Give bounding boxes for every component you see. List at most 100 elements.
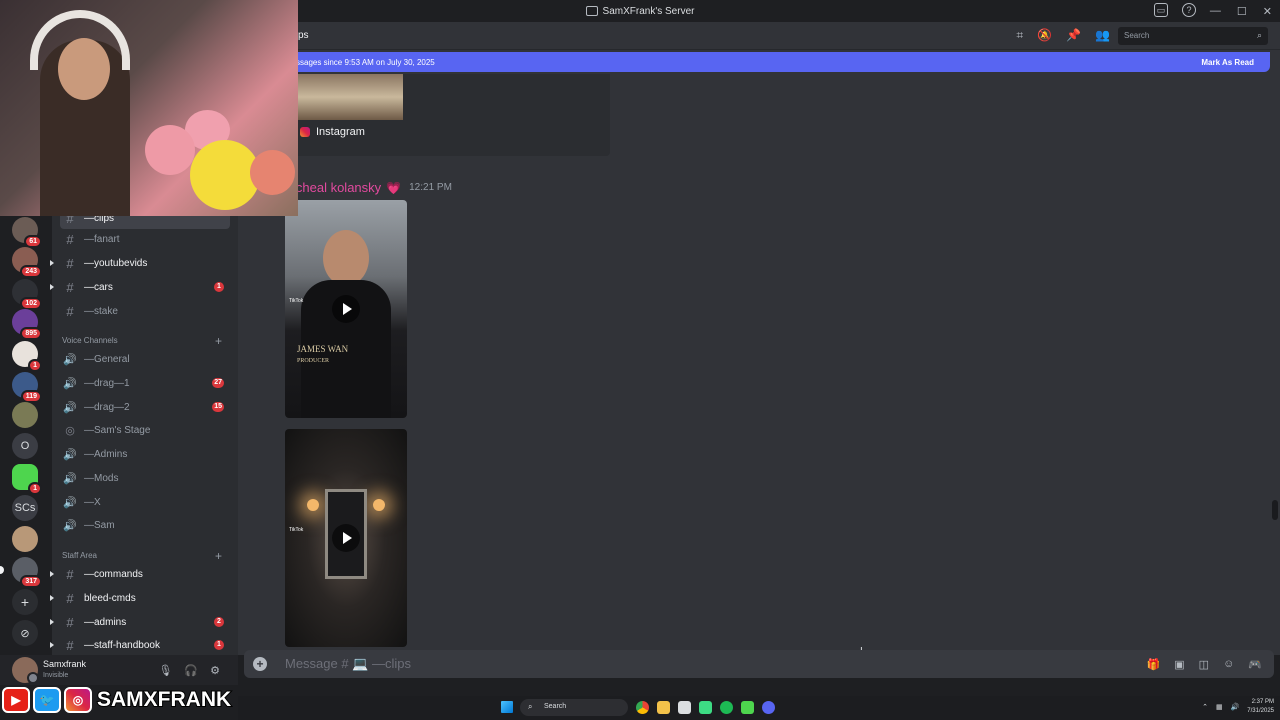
members-icon[interactable]: 👥: [1095, 28, 1110, 43]
category-voice-channels[interactable]: Voice Channels +: [62, 334, 232, 348]
server-icon-11[interactable]: [12, 526, 38, 552]
unread-indicator: [50, 642, 54, 648]
apps-icon[interactable]: 🎮: [1248, 658, 1262, 671]
server-icon-5[interactable]: 1: [12, 341, 42, 372]
network-icon[interactable]: ▦: [1216, 703, 1223, 711]
new-messages-bar[interactable]: ssages since 9:53 AM on July 30, 2025 Ma…: [238, 52, 1270, 72]
voice-channel-x[interactable]: 🔊 —X: [60, 491, 230, 513]
voice-channel-admins[interactable]: 🔊 —Admins: [60, 443, 230, 465]
app-icon[interactable]: [699, 701, 712, 714]
minimize-button[interactable]: —: [1210, 5, 1221, 17]
category-staff-area[interactable]: Staff Area +: [62, 549, 232, 563]
sticker-icon[interactable]: ◫: [1199, 658, 1209, 671]
channel-fanart[interactable]: # —fanart: [60, 228, 230, 250]
mark-as-read-button[interactable]: Mark As Read: [1201, 58, 1254, 67]
play-icon[interactable]: [332, 295, 360, 323]
close-button[interactable]: ✕: [1263, 5, 1272, 18]
voice-channel-sam[interactable]: 🔊 —Sam: [60, 514, 230, 536]
attach-plus-icon[interactable]: +: [253, 657, 267, 671]
pin-icon[interactable]: 📌: [1066, 28, 1081, 43]
tray-chevron-icon[interactable]: ⌃: [1202, 703, 1208, 711]
video-attachment[interactable]: TikTok JAMES WAN PRODUCER: [285, 200, 407, 418]
message-input[interactable]: Message # 💻 —clips: [285, 656, 411, 672]
channel-header: ps ⌗ 🔕 📌 👥 Search ⌕: [238, 22, 1280, 50]
user-info[interactable]: Samxfrank Invisible: [43, 659, 86, 681]
channel-cars[interactable]: # —cars 1: [50, 276, 230, 298]
play-icon[interactable]: [332, 524, 360, 552]
help-icon[interactable]: ?: [1182, 3, 1196, 17]
server-icon-9[interactable]: 1: [12, 464, 42, 495]
streamer-face: [58, 38, 110, 100]
server-icon-1[interactable]: 61: [12, 217, 42, 248]
channel-commands[interactable]: # —commands: [50, 563, 230, 585]
avatar[interactable]: [12, 657, 39, 684]
scrollbar-thumb[interactable]: [1272, 500, 1278, 520]
channel-stake[interactable]: # —stake: [60, 300, 230, 322]
spotify-icon[interactable]: [720, 701, 733, 714]
volume-icon[interactable]: 🔊: [1231, 703, 1240, 711]
file-explorer-icon[interactable]: [657, 701, 670, 714]
webcam-overlay: [0, 0, 298, 216]
server-icon-8[interactable]: O: [12, 433, 38, 459]
server-icon: [585, 6, 598, 16]
add-channel-icon[interactable]: +: [215, 334, 222, 348]
voice-channel-general[interactable]: 🔊 —General: [60, 348, 230, 370]
voice-channel-mods[interactable]: 🔊 —Mods: [60, 467, 230, 489]
server-icon-10[interactable]: SCs: [12, 495, 38, 521]
message-author[interactable]: icheal kolansky: [293, 180, 381, 195]
user-controls: 🎙 🎧 ⚙: [158, 664, 220, 677]
system-tray: ⌃ ▦ 🔊 2:37 PM 7/31/2025: [1202, 698, 1274, 716]
mention-badge: 1: [214, 640, 224, 650]
channel-admins[interactable]: # —admins 2: [50, 611, 230, 633]
channel-label: —Sam: [84, 519, 115, 531]
headphones-icon[interactable]: 🎧: [184, 664, 198, 677]
stage-icon: ◎: [65, 424, 75, 437]
inbox-icon[interactable]: ▭: [1154, 3, 1168, 17]
embed-thumbnail[interactable]: [298, 74, 403, 120]
app-icon[interactable]: [741, 701, 754, 714]
threads-icon[interactable]: ⌗: [1016, 28, 1023, 43]
member-count-badge: 15: [212, 402, 224, 412]
add-server-icon[interactable]: +: [12, 589, 38, 615]
explore-icon[interactable]: ⊘: [12, 620, 38, 646]
mute-bell-icon[interactable]: 🔕: [1037, 28, 1052, 43]
category-label: Voice Channels: [62, 336, 118, 345]
voice-channel-drag-1[interactable]: 🔊 —drag—1 27: [60, 372, 230, 394]
channel-staff-handbook[interactable]: # —staff-handbook 1: [50, 634, 230, 656]
clock[interactable]: 2:37 PM 7/31/2025: [1247, 698, 1274, 716]
channel-youtubevids[interactable]: # —youtubevids: [50, 252, 230, 274]
gift-icon[interactable]: 🎁: [1147, 658, 1161, 671]
member-count-badge: 27: [212, 378, 224, 388]
video-caption-role: PRODUCER: [297, 358, 330, 364]
gif-icon[interactable]: ▣: [1174, 658, 1184, 671]
speaker-icon: 🔊: [63, 519, 77, 532]
server-icon-12[interactable]: 317: [0, 557, 42, 588]
taskbar-search[interactable]: ⌕ Search: [520, 699, 628, 716]
server-icon-3[interactable]: 102: [12, 279, 42, 310]
chat-area: ssages since 9:53 AM on July 30, 2025 Ma…: [238, 50, 1280, 657]
channel-label: —fanart: [84, 233, 120, 245]
server-icon-6[interactable]: 119: [12, 372, 42, 403]
server-label: O: [20, 440, 30, 452]
emoji-icon[interactable]: ☺: [1223, 658, 1234, 671]
server-icon-2[interactable]: 243: [12, 247, 42, 278]
maximize-button[interactable]: ☐: [1237, 5, 1247, 18]
video-subject: [323, 230, 369, 286]
settings-gear-icon[interactable]: ⚙: [210, 664, 220, 677]
server-icon-7[interactable]: [12, 402, 38, 428]
message-composer[interactable]: + Message # 💻 —clips 🎁 ▣ ◫ ☺ 🎮: [244, 650, 1274, 678]
video-attachment[interactable]: TikTok: [285, 429, 407, 647]
notepad-icon[interactable]: [678, 701, 691, 714]
search-input[interactable]: Search ⌕: [1118, 27, 1268, 45]
discord-icon[interactable]: [762, 701, 775, 714]
voice-channel-drag-2[interactable]: 🔊 —drag—2 15: [60, 396, 230, 418]
channel-bleed-cmds[interactable]: # bleed-cmds: [50, 587, 230, 609]
channel-label: —drag—1: [84, 377, 130, 389]
chrome-icon[interactable]: [636, 701, 649, 714]
stage-channel-sams-stage[interactable]: ◎ —Sam's Stage: [60, 419, 230, 441]
channel-label: —stake: [84, 305, 118, 317]
windows-start-icon[interactable]: [501, 701, 513, 713]
add-channel-icon[interactable]: +: [215, 549, 222, 563]
server-icon-4[interactable]: 895: [12, 309, 42, 340]
microphone-icon[interactable]: 🎙: [158, 664, 172, 677]
